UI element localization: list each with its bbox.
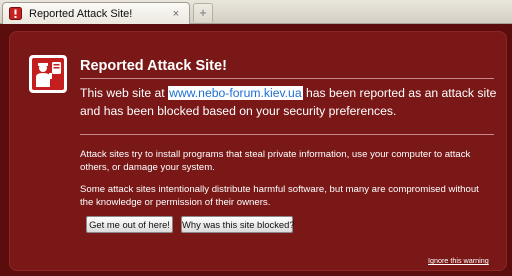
tab-close-icon[interactable]: × — [169, 7, 183, 21]
warning-paragraph-attack-sites: Attack sites try to install programs tha… — [80, 149, 471, 173]
warning-panel: Reported Attack Site! This web site at w… — [9, 31, 507, 271]
warning-intro: This web site at www.nebo-forum.kiev.ua … — [80, 84, 498, 120]
title-divider — [80, 78, 494, 79]
new-tab-button[interactable]: + — [193, 3, 213, 22]
why-blocked-button[interactable]: Why was this site blocked? — [181, 216, 295, 233]
tab-reported-attack-site[interactable]: Reported Attack Site! × — [2, 2, 190, 24]
warning-title: Reported Attack Site! — [80, 58, 227, 74]
blocked-site-address: www.nebo-forum.kiev.ua — [168, 86, 303, 100]
tab-title: Reported Attack Site! — [29, 7, 133, 20]
warning-paragraph-compromised: Some attack sites intentionally distribu… — [80, 184, 479, 208]
warning-shield-icon — [9, 7, 22, 20]
intro-text-before: This web site at — [80, 86, 169, 100]
error-page: Reported Attack Site! This web site at w… — [0, 24, 512, 276]
intro-divider — [80, 134, 494, 135]
tab-strip: Reported Attack Site! × + — [0, 0, 512, 24]
ignore-warning-link[interactable]: Ignore this warning — [428, 256, 489, 265]
get-me-out-button[interactable]: Get me out of here! — [86, 216, 173, 233]
police-officer-shield-icon — [29, 55, 67, 93]
